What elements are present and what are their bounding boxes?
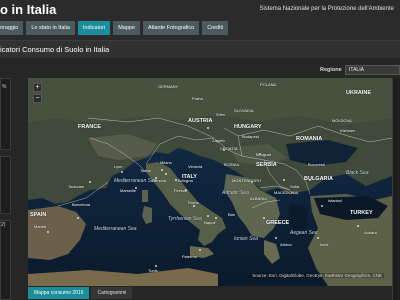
map-label-albania: ALBANIA — [250, 196, 267, 201]
map-label-kishinev: Kishinev — [340, 128, 356, 133]
map-label-spain: SPAIN — [30, 212, 47, 218]
map-label-bucuresti: Bucuresti — [308, 162, 325, 167]
nav-tab-stato-in-italia[interactable]: Lo stato in Italia — [26, 21, 75, 35]
map-label-madrid: Madrid — [34, 224, 47, 229]
map-label-germany: GERMANY — [158, 84, 179, 89]
map-label-athina: Athína — [280, 242, 292, 247]
tab-mappa-consumo-2016[interactable]: Mappa consumo 2016 — [28, 287, 90, 299]
main-nav: oraggio Lo stato in Italia Indicatori Ma… — [0, 21, 229, 35]
map-label-mediterranean-sea-south: Mediterranean Sea — [94, 226, 137, 232]
map-label-black-sea: Black Sea — [346, 170, 369, 176]
map-label-macedonia: MACEDONIA — [274, 190, 299, 195]
map-label-turkey: TURKEY — [350, 210, 373, 216]
map-label-croatia: CROATIA — [220, 146, 238, 151]
map-label-bulgaria: BULGARIA — [304, 176, 334, 182]
map-label-ukraine: UKRAINE — [346, 90, 372, 96]
map-label-tyrrhenian-sea: Tyrrhenian Sea — [168, 216, 202, 222]
map-label-izmir: Izmir — [320, 242, 329, 247]
map-tab-bar: Mappa consumo 2016 Cartogrammi — [28, 286, 133, 300]
map-label-adriatic-sea: Adriatic Sea — [222, 190, 249, 196]
nav-tab-monitoraggio[interactable]: oraggio — [0, 21, 24, 35]
page-title: icatori Consumo di Suolo in Italia — [0, 45, 110, 54]
map-label-marseille: Marseille — [120, 188, 137, 193]
map-label-romania: ROMANIA — [296, 136, 323, 142]
map-label-torino: Torino — [140, 168, 151, 173]
satellite-basemap — [28, 78, 392, 286]
map-label-hungary: HUNGARY — [234, 124, 262, 130]
map-label-wien: Wien — [216, 112, 226, 117]
map-label-ankara: Ankara — [364, 230, 377, 235]
map-label-lyon: Lyon — [114, 164, 123, 169]
region-select[interactable]: ITALIA — [345, 65, 400, 75]
map-label-beograd: Beograd — [256, 152, 272, 157]
map-label-bari: Bari — [228, 212, 236, 217]
map-label-roma: Roma — [188, 200, 199, 205]
indicator-card-bottom-label: 2) — [1, 222, 6, 228]
tab-cartogrammi[interactable]: Cartogrammi — [91, 287, 133, 299]
right-panel-edge — [392, 78, 400, 300]
nav-tab-mappe[interactable]: Mappe — [113, 21, 141, 35]
nav-tab-crediti[interactable]: Crediti — [202, 21, 229, 35]
map-label-napoli: Napoli — [204, 220, 216, 225]
map-label-genova: Genova — [152, 178, 167, 183]
map-label-barcelona: Barcelona — [72, 202, 91, 207]
map-label-zagreb: Zagreb — [212, 138, 225, 143]
map-label-venezia: Venezia — [188, 164, 203, 169]
indicator-card-top-label: % — [2, 84, 7, 90]
map-label-greece: GREECE — [266, 220, 290, 226]
map-label-tunis: Tunis — [148, 268, 158, 273]
map-label-moldova: MOLDOVA — [332, 118, 352, 123]
map-label-toulouse: Toulouse — [68, 184, 85, 189]
map-label-ionian-sea: Ionian Sea — [234, 236, 258, 242]
map-label-mediterranean-sea-north: Mediterranean Sea — [114, 178, 157, 184]
map-label-istanbul: Istanbul — [328, 198, 343, 203]
map-label-sofia: Sofia — [290, 184, 300, 189]
map-view[interactable]: + − FRANCE AUSTRIA HUNGARY UKRAINE ROMAN… — [28, 78, 392, 286]
nav-tab-atlante-fotografico[interactable]: Atlante Fotografico — [143, 21, 200, 35]
zoom-in-button[interactable]: + — [33, 83, 42, 92]
page-title-bar: icatori Consumo di Suolo in Italia — [0, 40, 400, 58]
left-indicator-panel: % 2) — [0, 78, 13, 300]
indicator-card-bottom[interactable] — [0, 220, 11, 300]
nav-tab-indicatori[interactable]: Indicatori — [77, 21, 111, 35]
map-label-austria: AUSTRIA — [188, 118, 213, 124]
map-label-montenegro: MONTENEGRO — [232, 178, 262, 183]
app-title: o in Italia — [0, 2, 57, 17]
map-label-aegean-sea: Aegean Sea — [290, 230, 318, 236]
map-label-france: FRANCE — [78, 124, 101, 130]
map-label-bosnia: BOSNIA — [224, 162, 240, 167]
agency-name: Sistema Nazionale per la Protezione dell… — [259, 6, 394, 12]
map-label-budapest: Budapest — [242, 134, 259, 139]
zoom-out-button[interactable]: − — [33, 94, 42, 103]
map-label-praha: Praha — [192, 96, 203, 101]
region-filter: Regione ITALIA — [0, 64, 400, 76]
map-label-serbia: SERBIA — [256, 162, 277, 168]
map-label-milano: Milano — [160, 160, 172, 165]
map-label-palermo: Palermo — [182, 254, 197, 259]
indicator-card-middle[interactable] — [0, 156, 11, 214]
map-attribution: Source: Esri, DigitalGlobe, GeoEye, Eart… — [250, 273, 384, 278]
map-label-poland: POLAND — [260, 82, 277, 87]
region-label: Regione — [320, 67, 342, 73]
map-label-bologna: Bologna — [178, 178, 193, 183]
map-label-firenze: Firenze — [174, 188, 188, 193]
map-label-slovakia: SLOVAKIA — [234, 108, 254, 113]
